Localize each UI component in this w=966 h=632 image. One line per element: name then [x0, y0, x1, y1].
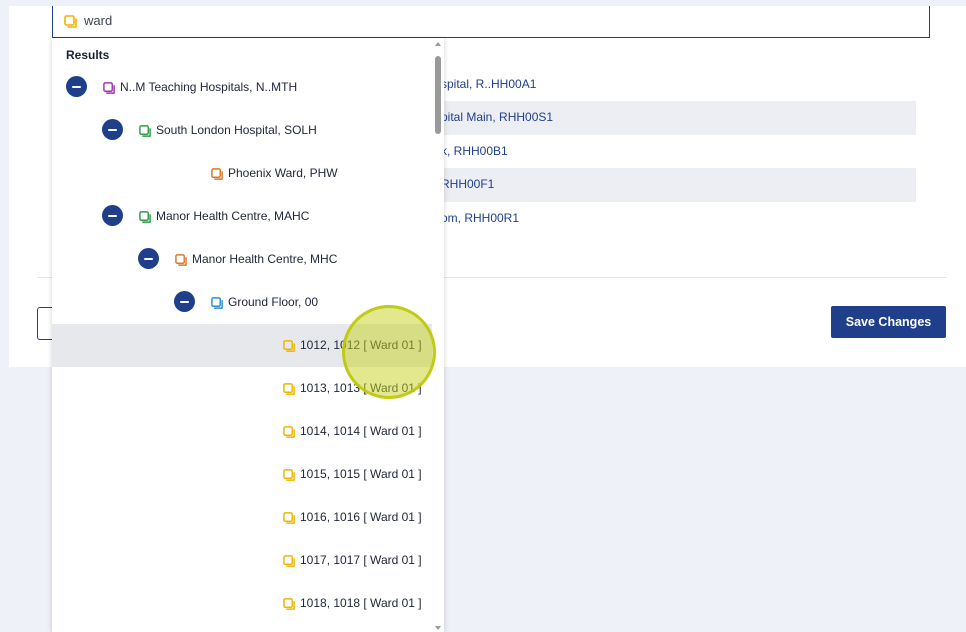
collapse-icon[interactable] — [102, 205, 123, 226]
search-value: ward — [84, 13, 113, 28]
folder-icon — [283, 339, 295, 357]
folder-icon — [139, 210, 151, 228]
tree-item-label: Ground Floor, 00 — [228, 295, 319, 309]
tree-item[interactable]: Phoenix Ward, PHW — [52, 152, 432, 195]
tree-item-label: Manor Health Centre, MHC — [192, 252, 338, 266]
location-list-item[interactable]: om, RHH00R1 — [439, 202, 916, 235]
location-list-item[interactable]: pital Main, RHH00S1 — [439, 101, 916, 135]
tree-item-label: South London Hospital, SOLH — [156, 123, 317, 137]
location-list-item[interactable]: k, RHH00B1 — [439, 135, 916, 168]
folder-icon — [103, 81, 115, 99]
scroll-thumb[interactable] — [435, 56, 441, 134]
click-indicator — [342, 305, 436, 399]
tree-item[interactable]: South London Hospital, SOLH — [52, 109, 432, 152]
collapse-icon[interactable] — [174, 291, 195, 312]
folder-icon — [175, 253, 187, 271]
collapse-icon[interactable] — [138, 248, 159, 269]
tree-item[interactable]: 1018, 1018 [ Ward 01 ] — [52, 582, 432, 625]
tree-item-label: 1017, 1017 [ Ward 01 ] — [300, 553, 422, 567]
location-list-item[interactable]: RHH00F1 — [439, 168, 916, 202]
folder-icon — [211, 167, 223, 185]
tree-item-label: N..M Teaching Hospitals, N..MTH — [120, 80, 298, 94]
folder-icon — [283, 425, 295, 443]
folder-icon — [283, 554, 295, 572]
scroll-down-arrow-icon[interactable] — [435, 626, 441, 630]
tree-item[interactable]: Manor Health Centre, MAHC — [52, 195, 432, 238]
tree-item[interactable]: 1014, 1014 [ Ward 01 ] — [52, 410, 432, 453]
tree-item-label: 1018, 1018 [ Ward 01 ] — [300, 596, 422, 610]
folder-icon — [283, 468, 295, 486]
scroll-up-arrow-icon[interactable] — [435, 42, 441, 46]
scrollbar[interactable] — [432, 38, 444, 632]
folder-icon — [211, 296, 223, 314]
tree-item-label: Manor Health Centre, MAHC — [156, 209, 310, 223]
location-list: spital, R..HH00A1 pital Main, RHH00S1 k, R… — [439, 68, 916, 235]
folder-icon — [283, 597, 295, 615]
tree-item[interactable]: 1017, 1017 [ Ward 01 ] — [52, 539, 432, 582]
collapse-icon[interactable] — [102, 119, 123, 140]
tree-item[interactable]: 1016, 1016 [ Ward 01 ] — [52, 496, 432, 539]
tree-item-label: 1015, 1015 [ Ward 01 ] — [300, 467, 422, 481]
cancel-button[interactable] — [37, 307, 53, 340]
folder-icon — [283, 511, 295, 529]
save-changes-button[interactable]: Save Changes — [831, 306, 946, 338]
tree-item-label: Phoenix Ward, PHW — [228, 166, 338, 180]
tree-item[interactable]: N..M Teaching Hospitals, N..MTH — [52, 66, 432, 109]
search-input[interactable]: ward — [52, 6, 930, 38]
tree-item[interactable]: Manor Health Centre, MHC — [52, 238, 432, 281]
results-heading: Results — [66, 48, 110, 62]
tree-item[interactable]: 1015, 1015 [ Ward 01 ] — [52, 453, 432, 496]
location-list-item[interactable]: spital, R..HH00A1 — [439, 68, 916, 101]
tree-item-label: 1016, 1016 [ Ward 01 ] — [300, 510, 422, 524]
folder-icon — [139, 124, 151, 142]
collapse-icon[interactable] — [66, 76, 87, 97]
folder-icon — [64, 15, 77, 33]
tree-item-label: 1014, 1014 [ Ward 01 ] — [300, 424, 422, 438]
folder-icon — [283, 382, 295, 400]
